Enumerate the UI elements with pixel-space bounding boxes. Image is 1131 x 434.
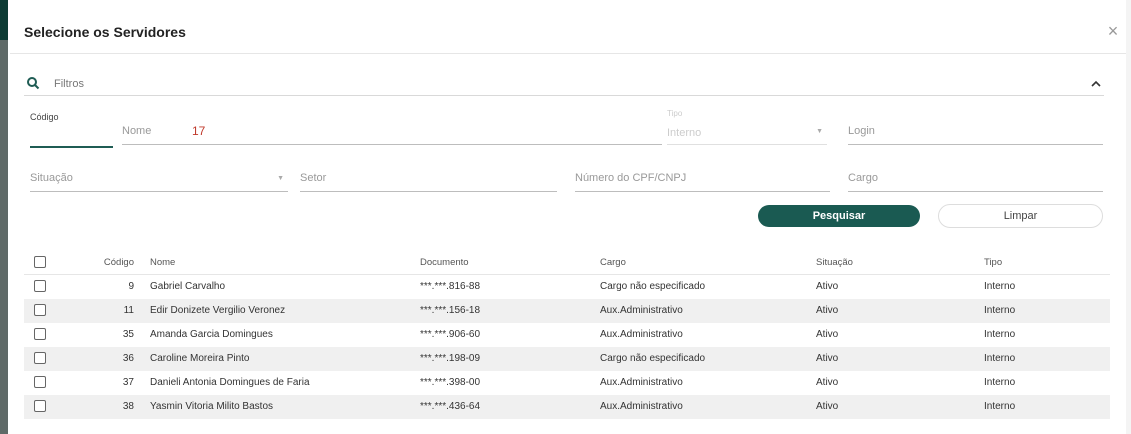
caret-down-icon: ▼: [277, 175, 284, 182]
login-input[interactable]: Login: [848, 123, 1103, 145]
cell-documento: ***.***.198-09: [420, 353, 481, 364]
cell-cargo: Cargo não especificado: [600, 353, 706, 364]
header-situacao[interactable]: Situação: [816, 257, 853, 268]
header-nome[interactable]: Nome: [150, 257, 175, 268]
cell-cargo: Cargo não especificado: [600, 281, 706, 292]
header-documento[interactable]: Documento: [420, 257, 469, 268]
table-header-row: Código Nome Documento Cargo Situação Tip…: [24, 251, 1110, 275]
table-row[interactable]: 37 Danieli Antonia Domingues de Faria **…: [24, 371, 1110, 395]
cell-codigo: 37: [122, 377, 134, 388]
codigo-input[interactable]: Código: [30, 112, 113, 148]
header-codigo[interactable]: Código: [94, 257, 134, 268]
cell-codigo: 35: [122, 329, 134, 340]
header-tipo[interactable]: Tipo: [984, 257, 1002, 268]
codigo-label: Código: [30, 112, 59, 122]
cell-nome: Gabriel Carvalho: [150, 281, 226, 292]
cell-tipo: Interno: [984, 401, 1016, 412]
cell-tipo: Interno: [984, 353, 1016, 364]
login-label: Login: [848, 125, 875, 137]
nome-value: 17: [192, 124, 206, 138]
cell-cargo: Aux.Administrativo: [600, 401, 683, 412]
cell-tipo: Interno: [984, 377, 1016, 388]
cell-tipo: Interno: [984, 329, 1016, 340]
cell-tipo: Interno: [984, 281, 1016, 292]
table-row[interactable]: 38 Yasmin Vitoria Milito Bastos ***.***.…: [24, 395, 1110, 419]
cell-situacao: Ativo: [816, 329, 839, 340]
cell-cargo: Aux.Administrativo: [600, 305, 683, 316]
cell-situacao: Ativo: [816, 377, 839, 388]
cargo-input[interactable]: Cargo: [848, 170, 1103, 192]
cell-documento: ***.***.398-00: [420, 377, 481, 388]
dialog-header: Selecione os Servidores ×: [10, 0, 1126, 54]
select-all-checkbox[interactable]: [34, 256, 46, 268]
filters-label: Filtros: [54, 78, 84, 90]
cell-nome: Edir Donizete Vergilio Veronez: [150, 305, 286, 316]
table-row[interactable]: 36 Caroline Moreira Pinto ***.***.198-09…: [24, 347, 1110, 371]
cell-cargo: Aux.Administrativo: [600, 329, 683, 340]
select-servers-dialog: Selecione os Servidores × Filtros Código…: [10, 0, 1126, 434]
row-checkbox[interactable]: [34, 376, 46, 388]
nome-input[interactable]: Nome 17: [122, 123, 662, 145]
row-checkbox[interactable]: [34, 400, 46, 412]
cell-cargo: Aux.Administrativo: [600, 377, 683, 388]
row-checkbox[interactable]: [34, 328, 46, 340]
clear-button[interactable]: Limpar: [938, 204, 1103, 228]
tipo-label: Tipo: [667, 109, 683, 118]
search-icon: [27, 77, 40, 90]
setor-input[interactable]: Setor: [300, 170, 557, 192]
search-button[interactable]: Pesquisar: [758, 205, 920, 227]
cell-situacao: Ativo: [816, 281, 839, 292]
cell-codigo: 36: [122, 353, 134, 364]
cell-nome: Yasmin Vitoria Milito Bastos: [150, 401, 274, 412]
caret-down-icon: ▼: [816, 128, 823, 135]
row-checkbox[interactable]: [34, 304, 46, 316]
row-checkbox[interactable]: [34, 280, 46, 292]
table-row[interactable]: 9 Gabriel Carvalho ***.***.816-88 Cargo …: [24, 275, 1110, 299]
setor-label: Setor: [300, 172, 327, 184]
header-cargo[interactable]: Cargo: [600, 257, 626, 268]
nome-label: Nome: [122, 125, 152, 137]
situacao-label: Situação: [30, 172, 73, 184]
dialog-title: Selecione os Servidores: [24, 24, 186, 40]
cpf-label: Número do CPF/CNPJ: [575, 172, 687, 184]
table-row[interactable]: 11 Edir Donizete Vergilio Veronez ***.**…: [24, 299, 1110, 323]
cell-tipo: Interno: [984, 305, 1016, 316]
tipo-value: Interno: [667, 127, 702, 139]
filters-toggle[interactable]: Filtros: [24, 74, 1104, 96]
cargo-label: Cargo: [848, 172, 878, 184]
cell-codigo: 11: [123, 305, 134, 316]
cell-nome: Caroline Moreira Pinto: [150, 353, 250, 364]
cell-documento: ***.***.816-88: [420, 281, 481, 292]
cell-documento: ***.***.156-18: [420, 305, 481, 316]
cell-situacao: Ativo: [816, 401, 839, 412]
cell-nome: Danieli Antonia Domingues de Faria: [150, 377, 310, 388]
servers-table: Código Nome Documento Cargo Situação Tip…: [24, 251, 1110, 419]
situacao-select[interactable]: Situação ▼: [30, 170, 288, 192]
cell-situacao: Ativo: [816, 353, 839, 364]
chevron-up-icon[interactable]: [1090, 78, 1102, 90]
cell-codigo: 38: [122, 401, 134, 412]
row-checkbox[interactable]: [34, 352, 46, 364]
cpf-input[interactable]: Número do CPF/CNPJ: [575, 170, 830, 192]
cell-documento: ***.***.436-64: [420, 401, 481, 412]
cell-nome: Amanda Garcia Domingues: [150, 329, 273, 340]
background-window-accent: [0, 0, 8, 40]
tipo-select[interactable]: Tipo Interno ▼: [667, 109, 827, 145]
table-row[interactable]: 35 Amanda Garcia Domingues ***.***.906-6…: [24, 323, 1110, 347]
close-icon[interactable]: ×: [1104, 22, 1122, 40]
background-window-edge: [0, 0, 8, 434]
cell-codigo: 9: [128, 281, 134, 292]
cell-situacao: Ativo: [816, 305, 839, 316]
cell-documento: ***.***.906-60: [420, 329, 481, 340]
